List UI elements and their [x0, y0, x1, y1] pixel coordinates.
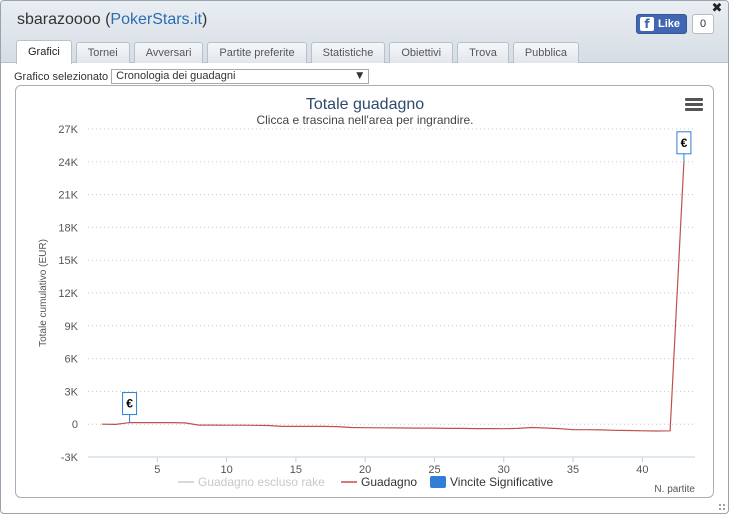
x-tick-label: 5	[154, 464, 160, 476]
y-tick-label: 15K	[58, 255, 78, 267]
y-tick-label: 9K	[65, 321, 79, 333]
tab-trova[interactable]: Trova	[457, 42, 509, 63]
chart-selector-label: Grafico selezionato	[14, 70, 109, 83]
chart-menu-icon[interactable]	[685, 98, 703, 112]
x-tick-label: 25	[428, 464, 440, 476]
chart-select-value: Cronologia dei guadagni	[116, 70, 236, 82]
tab-pubblica[interactable]: Pubblica	[512, 42, 580, 63]
x-tick-label: 35	[567, 464, 579, 476]
tab-tornei[interactable]: Tornei	[75, 42, 130, 63]
chart-selector-row: Grafico selezionato Cronologia dei guada…	[14, 69, 370, 84]
tab-bar: Grafici Tornei Avversari Partite preferi…	[16, 39, 583, 64]
title-bar: sbarazoooo (PokerStars.it) ✖ f Like 0 Gr…	[1, 1, 728, 64]
y-tick-label: 27K	[58, 124, 78, 136]
tab-partite-preferite[interactable]: Partite preferite	[207, 42, 307, 63]
legend-box-symbol	[430, 476, 446, 488]
series-line-guadagno	[101, 161, 685, 432]
facebook-like-widget: f Like 0	[636, 14, 715, 34]
dropdown-arrow-icon: ▼	[356, 71, 364, 81]
tab-grafici[interactable]: Grafici	[16, 40, 72, 64]
x-axis-label: N. partite	[654, 484, 695, 495]
x-tick-label: 40	[636, 464, 648, 476]
site-link[interactable]: PokerStars.it	[110, 11, 202, 28]
facebook-logo-icon: f	[640, 17, 654, 31]
y-tick-label: 21K	[58, 190, 78, 202]
y-tick-label: 12K	[58, 288, 78, 300]
tab-avversari[interactable]: Avversari	[133, 42, 204, 63]
y-tick-label: -3K	[61, 452, 79, 464]
like-label: Like	[658, 18, 681, 30]
chart-subtitle: Clicca e trascina nell'area per ingrandi…	[256, 113, 473, 127]
y-tick-label: 3K	[65, 386, 79, 398]
y-tick-label: 24K	[58, 157, 78, 169]
tab-statistiche[interactable]: Statistiche	[310, 42, 386, 63]
flag-label: €	[681, 136, 688, 150]
tab-obiettivi[interactable]: Obiettivi	[389, 42, 454, 63]
facebook-like-button[interactable]: f Like	[636, 14, 688, 34]
page-title: sbarazoooo (PokerStars.it)	[17, 11, 208, 28]
legend-item-label: Guadagno escluso rake	[198, 475, 325, 489]
app-window: sbarazoooo (PokerStars.it) ✖ f Like 0 Gr…	[0, 0, 729, 514]
y-axis-label: Totale cumulativo (EUR)	[38, 239, 49, 347]
player-name: sbarazoooo	[17, 11, 101, 28]
y-tick-label: 18K	[58, 222, 78, 234]
gain-chart[interactable]: Totale guadagnoClicca e trascina nell'ar…	[16, 86, 714, 498]
legend-item-label: Vincite Significative	[450, 475, 553, 489]
resize-grip-icon[interactable]	[718, 503, 726, 511]
y-tick-label: 0	[72, 419, 78, 431]
legend-item-label: Guadagno	[361, 475, 417, 489]
flag-label: €	[126, 397, 133, 411]
y-tick-label: 6K	[65, 354, 79, 366]
like-count: 0	[692, 14, 715, 34]
chart-select[interactable]: Cronologia dei guadagni ▼	[111, 69, 370, 84]
chart-container[interactable]: Totale guadagno Clicca e trascina nell'ar…	[15, 85, 714, 498]
chart-title: Totale guadagno	[306, 96, 424, 113]
